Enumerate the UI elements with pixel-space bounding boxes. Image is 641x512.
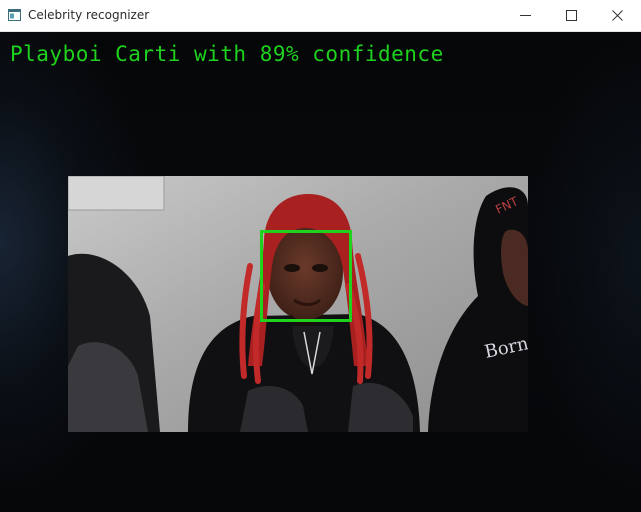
face-detection-box: [260, 230, 352, 322]
title-bar[interactable]: Celebrity recognizer: [0, 0, 641, 32]
close-button[interactable]: [595, 0, 641, 31]
recognition-label: Playboi Carti with 89% confidence: [10, 42, 444, 66]
app-window: Celebrity recognizer Playboi Carti with …: [0, 0, 641, 512]
minimize-icon: [520, 15, 531, 16]
close-icon: [612, 10, 623, 21]
maximize-icon: [566, 10, 577, 21]
window-title: Celebrity recognizer: [28, 8, 150, 22]
app-window-icon: [8, 9, 21, 21]
maximize-button[interactable]: [549, 0, 595, 31]
minimize-button[interactable]: [503, 0, 549, 31]
